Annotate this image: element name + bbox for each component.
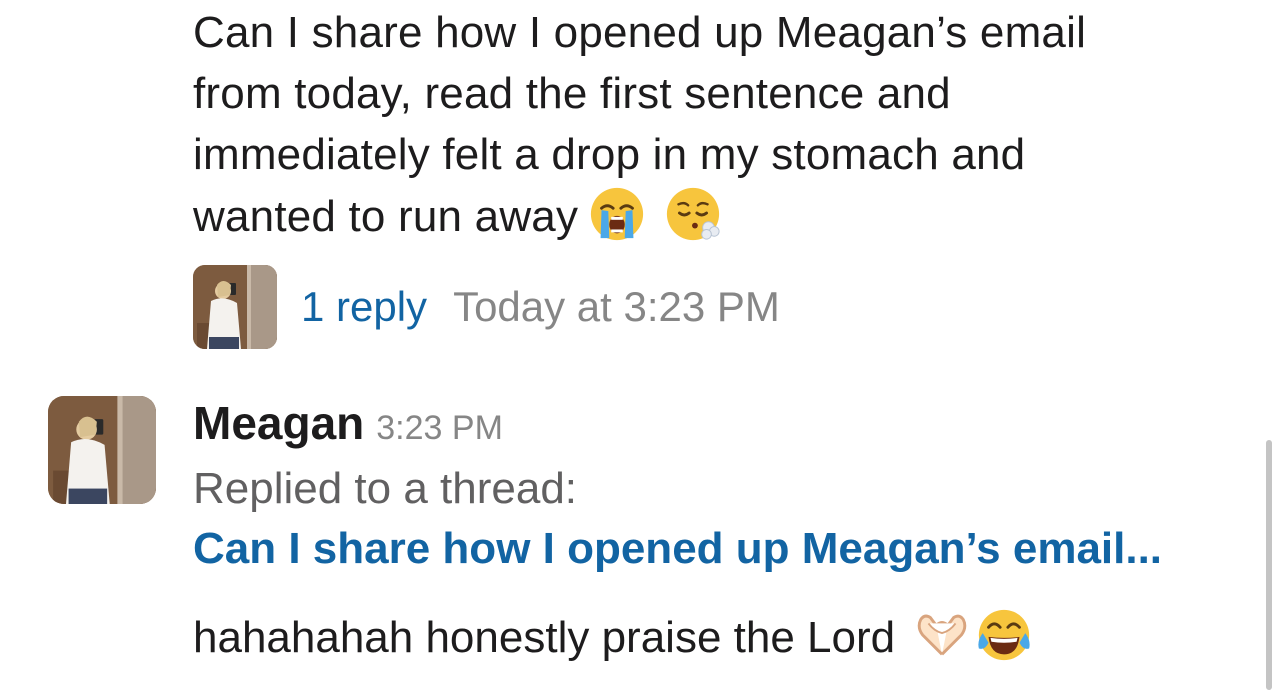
- avatar[interactable]: [193, 265, 277, 349]
- replied-to-thread-label: Replied to a thread:: [193, 464, 578, 513]
- avatar[interactable]: [48, 396, 156, 504]
- reply-count-link[interactable]: 1 reply: [301, 283, 427, 331]
- last-reply-time: Today at 3:23 PM: [453, 283, 780, 330]
- author-name[interactable]: Meagan: [193, 396, 364, 450]
- message-line: immediately felt a drop in my stomach an…: [193, 130, 1026, 179]
- loudly-crying-face-icon: [591, 187, 644, 241]
- message-line: from today, read the first sentence and: [193, 69, 951, 118]
- reply-message-text: hahahahah honestly praise the Lord: [193, 606, 1033, 664]
- face-with-tears-of-joy-icon: [978, 609, 1030, 661]
- heart-hands-icon: [917, 614, 967, 656]
- message-text: Can I share how I opened up Meagan’s ema…: [193, 2, 1203, 247]
- message-line: wanted to run away: [193, 185, 1203, 247]
- thread-preview-link[interactable]: Can I share how I opened up Meagan’s ema…: [193, 524, 1243, 574]
- message-timestamp[interactable]: 3:23 PM: [376, 409, 503, 448]
- message-header: Meagan 3:23 PM: [193, 396, 503, 450]
- scrollbar[interactable]: [1266, 440, 1272, 690]
- message-line: Can I share how I opened up Meagan’s ema…: [193, 8, 1087, 57]
- thread-summary[interactable]: 1 reply Today at 3:23 PM: [193, 264, 780, 350]
- face-exhaling-icon: [667, 187, 720, 241]
